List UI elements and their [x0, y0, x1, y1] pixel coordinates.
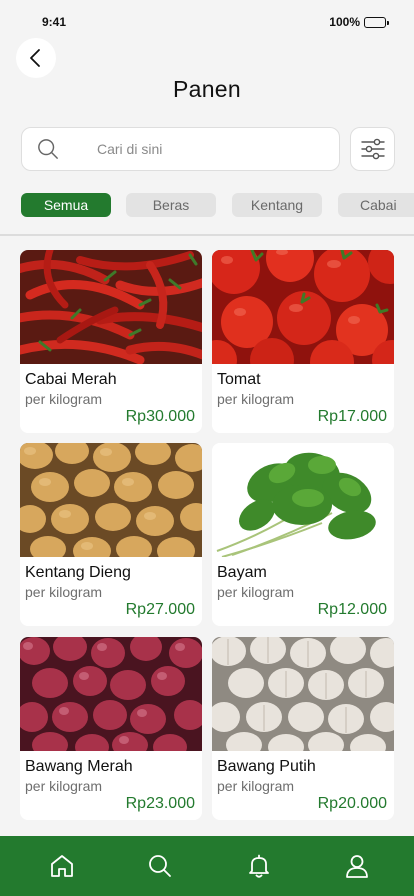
product-unit: per kilogram: [25, 391, 103, 407]
product-unit: per kilogram: [217, 391, 295, 407]
product-unit: per kilogram: [217, 584, 295, 600]
search-icon: [38, 139, 58, 159]
product-name: Cabai Merah: [25, 371, 117, 388]
bell-icon: [249, 854, 269, 878]
product-name: Kentang Dieng: [25, 564, 131, 581]
product-card[interactable]: Cabai Merah per kilogram Rp30.000: [20, 250, 202, 433]
product-price: Rp17.000: [317, 408, 387, 425]
back-button[interactable]: [16, 38, 56, 78]
product-name: Bawang Merah: [25, 758, 133, 775]
product-name: Tomat: [217, 371, 261, 388]
nav-profile[interactable]: [343, 852, 371, 880]
product-image: [212, 250, 394, 364]
product-image: [212, 443, 394, 557]
search-icon: [149, 855, 171, 877]
bottom-nav: [0, 836, 414, 896]
status-bar: 9:41 100%: [0, 0, 414, 40]
product-card[interactable]: Bawang Merah per kilogram Rp23.000: [20, 637, 202, 820]
search-bar[interactable]: Cari di sini: [21, 127, 340, 171]
chip-kentang[interactable]: Kentang: [232, 193, 322, 217]
product-price: Rp12.000: [317, 601, 387, 618]
product-card[interactable]: Kentang Dieng per kilogram Rp27.000: [20, 443, 202, 626]
product-price: Rp20.000: [317, 795, 387, 812]
sliders-icon: [360, 138, 385, 160]
filter-button[interactable]: [350, 127, 395, 171]
search-input[interactable]: Cari di sini: [97, 141, 162, 157]
page-title: Panen: [172, 76, 241, 102]
category-chips: Semua Beras Kentang Cabai: [21, 193, 414, 217]
nav-home[interactable]: [48, 852, 76, 880]
product-price: Rp23.000: [125, 795, 195, 812]
product-unit: per kilogram: [25, 778, 103, 794]
battery-percentage: 100%: [329, 15, 360, 29]
product-name: Bawang Putih: [217, 758, 316, 775]
divider: [0, 234, 414, 236]
chip-semua[interactable]: Semua: [21, 193, 111, 217]
nav-notifications[interactable]: [245, 852, 273, 880]
product-image: [212, 637, 394, 751]
product-price: Rp30.000: [125, 408, 195, 425]
status-time: 9:41: [42, 15, 67, 29]
product-image: [20, 443, 202, 557]
product-card[interactable]: Bayam per kilogram Rp12.000: [212, 443, 394, 626]
chevron-left-icon: [30, 49, 40, 67]
battery-icon: [364, 16, 389, 28]
chip-cabai[interactable]: Cabai: [338, 193, 414, 217]
product-image: [20, 637, 202, 751]
nav-search[interactable]: [146, 852, 174, 880]
product-name: Bayam: [217, 564, 267, 581]
product-image: [20, 250, 202, 364]
home-icon: [51, 855, 73, 877]
product-price: Rp27.000: [125, 601, 195, 618]
product-card[interactable]: Bawang Putih per kilogram Rp20.000: [212, 637, 394, 820]
status-right: 100%: [329, 15, 389, 29]
product-card[interactable]: Tomat per kilogram Rp17.000: [212, 250, 394, 433]
product-unit: per kilogram: [25, 584, 103, 600]
chip-beras[interactable]: Beras: [126, 193, 216, 217]
product-unit: per kilogram: [217, 778, 295, 794]
profile-icon: [346, 855, 368, 878]
